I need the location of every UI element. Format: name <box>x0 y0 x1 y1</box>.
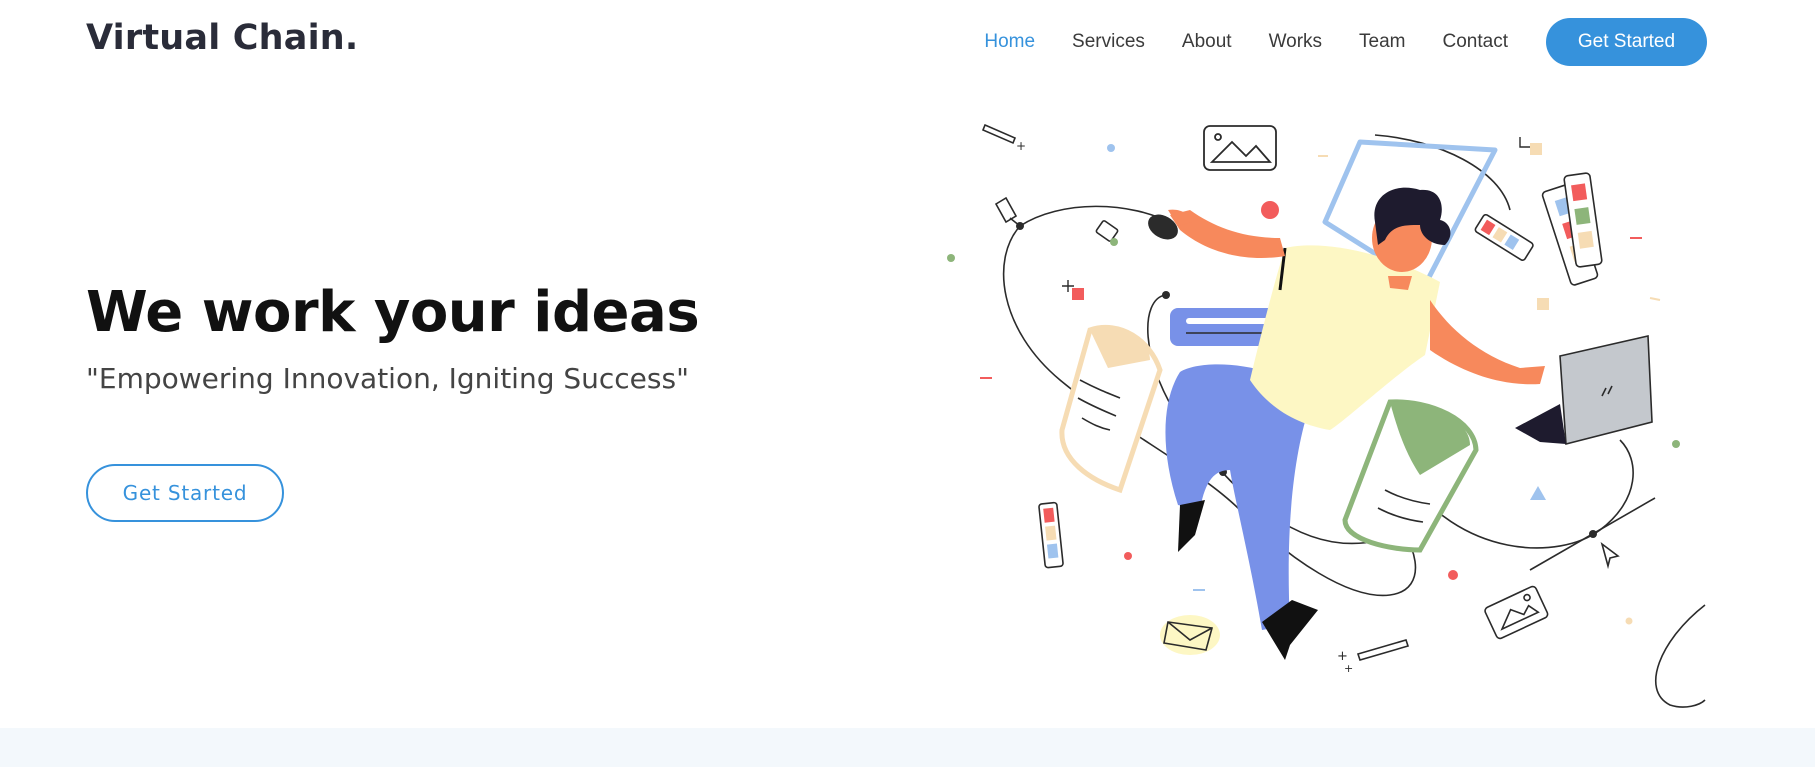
nav-services[interactable]: Services <box>1072 31 1145 53</box>
hero-title: We work your ideas <box>86 280 700 345</box>
paper-sheet-left <box>1059 324 1163 494</box>
envelope-icon <box>1160 615 1220 655</box>
next-section-band <box>0 728 1815 767</box>
brand-dot: . <box>344 18 359 58</box>
header-get-started-button[interactable]: Get Started <box>1546 18 1707 66</box>
swatch-card-tall <box>1541 172 1603 286</box>
main-nav: Home Services About Works Team Contact G… <box>984 18 1707 66</box>
image-frame-icon <box>1203 125 1277 171</box>
photo-card-icon <box>1484 585 1549 640</box>
hero-illustration: + + + <box>947 123 1706 708</box>
pencil-bottom-icon: + + <box>1337 639 1410 675</box>
nav-team[interactable]: Team <box>1359 31 1405 53</box>
nav-works[interactable]: Works <box>1269 31 1322 53</box>
eraser-icon <box>1095 220 1119 246</box>
pen-tool-icon <box>994 196 1021 227</box>
site-header: Virtual Chain. Home Services About Works… <box>0 0 1815 84</box>
nav-about[interactable]: About <box>1182 31 1232 53</box>
swatch-card-small <box>1474 213 1534 261</box>
nav-contact[interactable]: Contact <box>1443 31 1508 53</box>
pencil-icon: + <box>981 123 1026 153</box>
nav-home[interactable]: Home <box>984 31 1035 53</box>
hero-get-started-button[interactable]: Get Started <box>86 464 284 522</box>
laptop-icon <box>1515 335 1653 446</box>
paper-sheet-right <box>1342 399 1479 553</box>
cursor-icon <box>1600 541 1620 570</box>
brand-name: Virtual Chain <box>86 18 345 58</box>
svg-text:+: + <box>1016 139 1026 153</box>
brand-logo[interactable]: Virtual Chain. <box>86 18 358 58</box>
svg-text:+: + <box>1344 662 1353 675</box>
hero-subtitle: "Empowering Innovation, Igniting Success… <box>86 362 689 395</box>
swatch-strip <box>1038 501 1064 569</box>
